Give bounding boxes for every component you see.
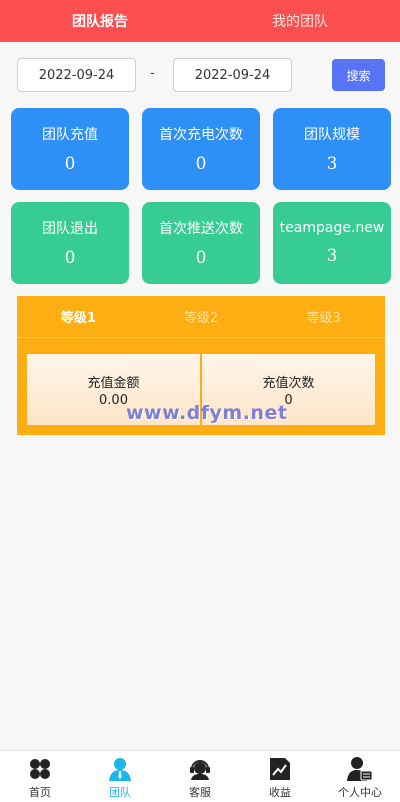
watermark: www.dfym.net (126, 402, 288, 424)
tab-my-team[interactable]: 我的团队 (200, 0, 400, 42)
nav-label: 首页 (29, 786, 51, 799)
nav-profile[interactable]: 个人中心 (320, 751, 400, 802)
user-card-icon (347, 756, 373, 782)
stat-card-teampage-new: teampage.new 3 (273, 202, 391, 284)
nav-home[interactable]: 首页 (0, 751, 80, 802)
nav-label: 收益 (269, 786, 291, 799)
stat-value: 0 (195, 248, 207, 268)
stat-card-team-recharge: 团队充值 0 (11, 108, 129, 190)
stat-value: 0 (64, 248, 76, 268)
nav-label: 个人中心 (338, 786, 382, 799)
level-tab-bar: 等级1 等级2 等级3 (17, 296, 385, 338)
cell-value: 0.00 (99, 392, 128, 408)
stat-label: 团队退出 (42, 221, 98, 237)
search-button[interactable]: 搜索 (332, 59, 385, 91)
stat-card-first-charge-count: 首次充电次数 0 (142, 108, 260, 190)
stat-label: 首次推送次数 (159, 221, 243, 237)
tab-team-report[interactable]: 团队报告 (0, 0, 200, 42)
end-date-input[interactable]: 2022-09-24 (173, 58, 292, 92)
nav-support[interactable]: 客服 (160, 751, 240, 802)
home-grid-icon (27, 756, 53, 782)
team-person-icon (107, 756, 133, 782)
cell-label: 充值次数 (262, 375, 315, 391)
nav-earnings[interactable]: 收益 (240, 751, 320, 802)
tab-level-3[interactable]: 等级3 (262, 296, 385, 337)
headset-icon (187, 756, 213, 782)
tab-level-2[interactable]: 等级2 (140, 296, 263, 337)
stat-value: 0 (64, 154, 76, 174)
stat-value: 3 (326, 246, 338, 266)
nav-label: 客服 (189, 786, 211, 799)
stat-label: 首次充电次数 (159, 127, 243, 143)
cell-label: 充值金额 (87, 375, 140, 391)
bottom-nav: 首页 团队 客服 收益 个人中心 (0, 750, 400, 802)
top-tab-bar: 团队报告 我的团队 (0, 0, 400, 42)
stat-label: 团队规模 (304, 127, 360, 143)
tab-level-1[interactable]: 等级1 (17, 296, 140, 337)
start-date-input[interactable]: 2022-09-24 (17, 58, 136, 92)
stat-value: 3 (326, 154, 338, 174)
stat-card-team-exit: 团队退出 0 (11, 202, 129, 284)
stat-value: 0 (195, 154, 207, 174)
stat-card-team-size: 团队规模 3 (273, 108, 391, 190)
stat-label: teampage.new (279, 220, 385, 236)
stat-card-first-push-count: 首次推送次数 0 (142, 202, 260, 284)
nav-label: 团队 (109, 786, 131, 799)
date-separator: - (150, 66, 155, 81)
nav-team[interactable]: 团队 (80, 751, 160, 802)
chart-doc-icon (267, 756, 293, 782)
stat-label: 团队充值 (42, 127, 98, 143)
